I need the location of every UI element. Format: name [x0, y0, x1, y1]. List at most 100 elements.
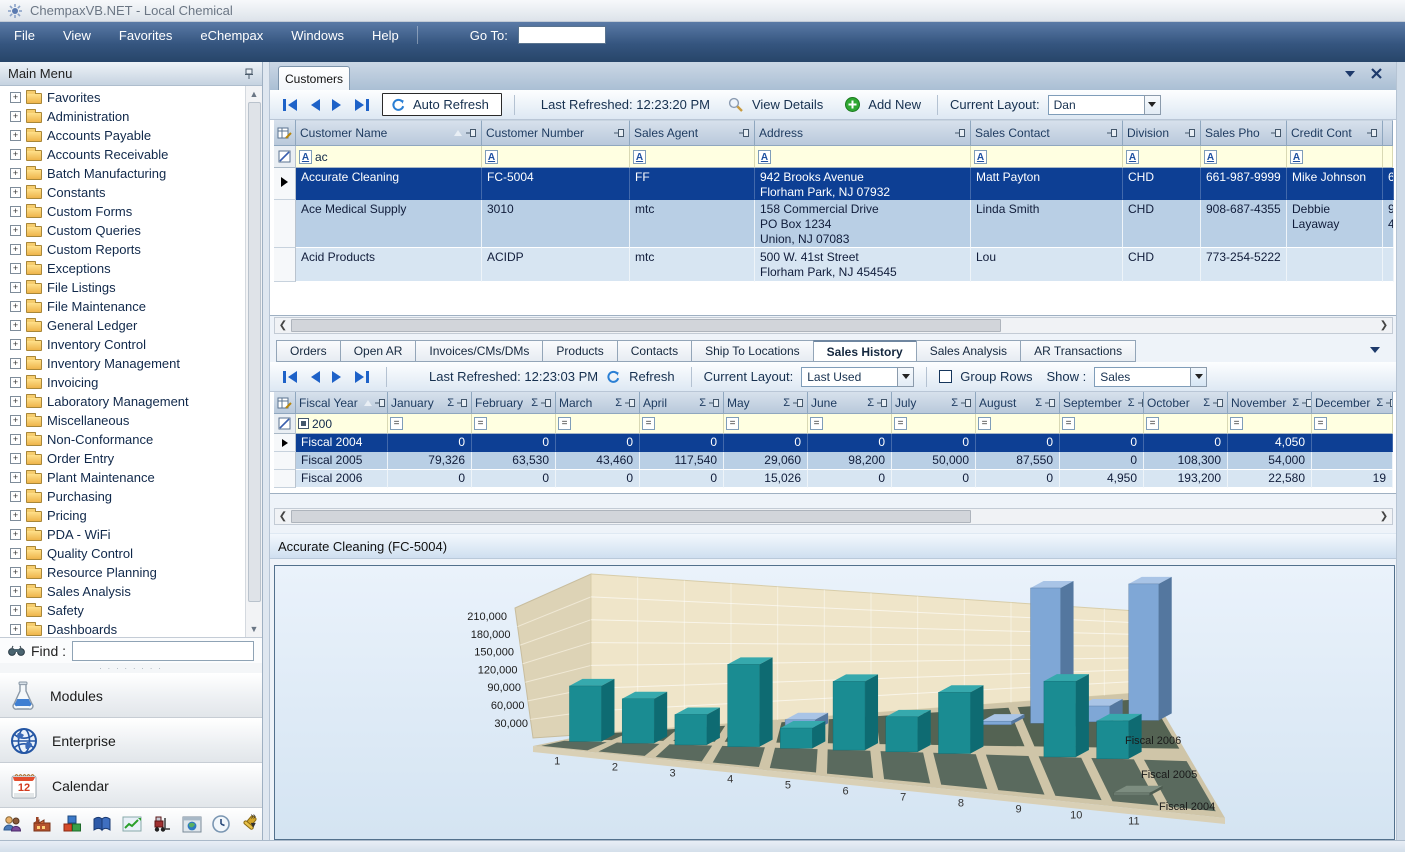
detail-tab[interactable]: Ship To Locations [691, 340, 813, 362]
forklift-icon[interactable] [152, 815, 172, 833]
tree-item[interactable]: Pricing [0, 506, 245, 525]
filter-month[interactable]: = [556, 414, 640, 434]
pin-icon[interactable] [793, 398, 804, 408]
cell-division[interactable]: CHD [1123, 168, 1201, 200]
column-header-month[interactable]: June Σ [808, 392, 892, 414]
pin-icon[interactable] [466, 128, 477, 138]
expand-icon[interactable] [10, 605, 21, 616]
scroll-left-icon[interactable]: ❮ [275, 320, 291, 331]
filter-edit-icon[interactable] [274, 146, 296, 168]
tree-item[interactable]: Constants [0, 183, 245, 202]
filter-month[interactable]: = [1312, 414, 1393, 434]
expand-icon[interactable] [10, 149, 21, 160]
filter-box-icon[interactable] [298, 418, 309, 429]
cell-month-value[interactable]: 0 [1060, 434, 1144, 452]
cell-month-value[interactable]: 0 [388, 470, 472, 488]
equals-filter-icon[interactable]: = [726, 417, 739, 430]
cell-month-value[interactable]: 0 [808, 434, 892, 452]
tree-scrollbar[interactable]: ▲ ▼ [245, 86, 262, 637]
sum-icon[interactable]: Σ [1203, 397, 1210, 409]
column-header-sales-phone[interactable]: Sales Pho [1201, 120, 1287, 146]
cell-month-value[interactable]: 0 [472, 470, 556, 488]
pin-icon[interactable] [614, 128, 625, 138]
panel-splitter[interactable]: . . . . . . . . [0, 663, 262, 673]
cell-month-value[interactable]: 0 [472, 434, 556, 452]
expand-icon[interactable] [10, 320, 21, 331]
sum-icon[interactable]: Σ [615, 397, 622, 409]
chart-icon[interactable] [122, 816, 142, 832]
detail-tab[interactable]: Products [542, 340, 616, 362]
detail-tab[interactable]: Open AR [340, 340, 416, 362]
tree-item[interactable]: File Listings [0, 278, 245, 297]
equals-filter-icon[interactable]: = [1230, 417, 1243, 430]
menu-item[interactable]: File [0, 24, 49, 47]
tree-item[interactable]: Administration [0, 107, 245, 126]
cell-address[interactable]: 942 Brooks Avenue Florham Park, NJ 07932 [755, 168, 971, 200]
cell-month-value[interactable]: 108,300 [1144, 452, 1228, 470]
cell-month-value[interactable]: 0 [556, 470, 640, 488]
pin-icon[interactable] [1213, 398, 1224, 408]
sum-icon[interactable]: Σ [447, 397, 454, 409]
cell-month-value[interactable]: 4,950 [1060, 470, 1144, 488]
cell-month-value[interactable] [1312, 434, 1393, 452]
filter-month[interactable]: = [1060, 414, 1144, 434]
auto-refresh-button[interactable]: Auto Refresh [382, 93, 502, 116]
detail-tab[interactable]: Sales History [813, 340, 916, 362]
menu-item[interactable]: Favorites [105, 24, 186, 47]
expand-icon[interactable] [10, 491, 21, 502]
expand-icon[interactable] [10, 377, 21, 388]
filter-customer-number[interactable]: A [482, 146, 630, 168]
tree-item[interactable]: Sales Analysis [0, 582, 245, 601]
pin-icon[interactable] [877, 398, 888, 408]
equals-filter-icon[interactable]: = [894, 417, 907, 430]
tree-item[interactable]: Quality Control [0, 544, 245, 563]
filter-credit-contact[interactable]: A [1287, 146, 1383, 168]
equals-filter-icon[interactable]: = [978, 417, 991, 430]
cell-month-value[interactable]: 43,460 [556, 452, 640, 470]
filter-fiscal-year[interactable]: 200 [296, 414, 388, 434]
more-icons-chevron[interactable]: »▾ [250, 812, 256, 830]
menu-item[interactable]: eChempax [186, 24, 277, 47]
equals-filter-icon[interactable]: = [474, 417, 487, 430]
vertical-splitter[interactable] [263, 62, 270, 840]
match-case-icon[interactable]: A [974, 150, 987, 164]
expand-icon[interactable] [10, 624, 21, 635]
users-icon[interactable] [2, 815, 22, 833]
tree-item[interactable]: Accounts Receivable [0, 145, 245, 164]
last-record-icon[interactable] [353, 370, 370, 384]
detail-tab[interactable]: Sales Analysis [916, 340, 1020, 362]
cell-month-value[interactable]: 0 [808, 470, 892, 488]
globe-window-icon[interactable] [182, 816, 202, 833]
tree-item[interactable]: PDA - WiFi [0, 525, 245, 544]
last-record-icon[interactable] [353, 98, 370, 112]
pin-icon[interactable] [1302, 398, 1312, 408]
column-header-month[interactable]: April Σ [640, 392, 724, 414]
filter-month[interactable]: = [1228, 414, 1312, 434]
pin-icon[interactable] [457, 398, 468, 408]
tree-item[interactable]: Inventory Management [0, 354, 245, 373]
expand-icon[interactable] [10, 567, 21, 578]
match-case-icon[interactable]: A [758, 150, 771, 164]
column-header-fiscal-year[interactable]: Fiscal Year [296, 392, 388, 414]
first-record-icon[interactable] [282, 370, 299, 384]
filter-division[interactable]: A [1123, 146, 1201, 168]
pin-icon[interactable] [1386, 398, 1393, 408]
pin-icon[interactable] [709, 398, 720, 408]
cell-phone[interactable]: 773-254-5222 [1201, 248, 1287, 282]
blocks-icon[interactable] [62, 815, 82, 833]
expand-icon[interactable] [10, 206, 21, 217]
expand-icon[interactable] [10, 225, 21, 236]
cell-phone[interactable]: 661-987-9999 [1201, 168, 1287, 200]
scroll-right-icon[interactable]: ❯ [1376, 320, 1392, 331]
cell-month-value[interactable]: 98,200 [808, 452, 892, 470]
tree-item[interactable]: Purchasing [0, 487, 245, 506]
tree-item[interactable]: Safety [0, 601, 245, 620]
goto-input[interactable] [518, 26, 606, 44]
cell-month-value[interactable]: 87,550 [976, 452, 1060, 470]
filter-month[interactable]: = [388, 414, 472, 434]
cell-credit[interactable]: Debbie Layaway [1287, 200, 1383, 248]
pin-icon[interactable] [1271, 128, 1282, 138]
filter-address[interactable]: A [755, 146, 971, 168]
expand-icon[interactable] [10, 510, 21, 521]
first-record-icon[interactable] [282, 98, 299, 112]
